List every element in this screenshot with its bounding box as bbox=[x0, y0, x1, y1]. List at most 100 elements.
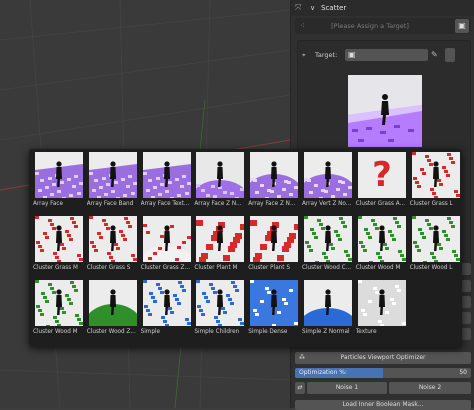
preset-label: Cluster Wood L bbox=[409, 265, 453, 271]
preset-tile[interactable]: Array Face Text... bbox=[141, 152, 193, 209]
preset-thumbnail bbox=[35, 280, 83, 326]
preset-thumbnail bbox=[142, 152, 191, 198]
preset-label: Cluster Grass A... bbox=[355, 201, 405, 207]
preset-thumbnail bbox=[411, 216, 460, 262]
target-field[interactable]: ▣ bbox=[345, 49, 428, 61]
cube-icon[interactable]: ▣ bbox=[455, 19, 469, 33]
chevron-down-icon[interactable]: ∨ bbox=[310, 0, 315, 16]
preset-label: Cluster Wood Z... bbox=[86, 329, 136, 335]
preset-thumbnail bbox=[88, 216, 137, 262]
preset-label: Cluster Plant S bbox=[248, 265, 290, 271]
preset-thumbnail: ? bbox=[357, 152, 406, 198]
preset-thumbnail bbox=[250, 152, 299, 198]
preset-label: Cluster Grass S bbox=[86, 265, 131, 271]
particles-optimizer-button[interactable]: ⁂ Particles Viewport Optimizer bbox=[295, 352, 471, 364]
preset-tile[interactable]: Cluster Plant M bbox=[194, 216, 246, 273]
optimization-slider[interactable]: Optimization %: 50 bbox=[295, 368, 471, 378]
preset-thumbnail bbox=[88, 152, 137, 198]
target-menu-button[interactable] bbox=[445, 48, 455, 62]
panel-header[interactable]: ⤧ ∨ Scatter bbox=[291, 0, 474, 16]
preset-thumbnail bbox=[196, 216, 245, 262]
preset-tile[interactable]: Texture bbox=[356, 280, 408, 337]
noise-1-button[interactable]: Noise 1 bbox=[307, 382, 387, 394]
preset-tile[interactable]: Cluster Wood M bbox=[33, 280, 85, 337]
assign-target-field[interactable]: ⁖ [Please Assign a Target] ▣ bbox=[295, 18, 471, 34]
preset-tile[interactable]: Cluster Grass Z... bbox=[141, 216, 193, 273]
selected-preset-preview[interactable] bbox=[348, 75, 422, 147]
preset-label: Cluster Grass Z... bbox=[140, 265, 190, 271]
preset-tile[interactable]: Simple Children bbox=[194, 280, 246, 337]
panel-title: Scatter bbox=[321, 4, 347, 12]
side-toggle-1[interactable] bbox=[461, 263, 471, 275]
preset-thumbnail bbox=[304, 280, 352, 326]
optimization-value: 50 bbox=[459, 369, 467, 376]
preset-thumbnail bbox=[357, 280, 406, 326]
preset-thumbnail bbox=[142, 280, 191, 326]
side-toggle-5[interactable] bbox=[461, 328, 471, 340]
preset-thumbnail bbox=[196, 152, 245, 198]
preset-tile[interactable]: Array Face Z N... bbox=[248, 152, 300, 209]
preset-label: Cluster Grass L bbox=[409, 201, 453, 207]
preset-label: Cluster Wood M bbox=[355, 265, 401, 271]
preset-thumbnail bbox=[196, 280, 245, 326]
preset-label: Array Face Text... bbox=[140, 201, 190, 207]
preset-label: Array Face Band bbox=[86, 201, 134, 207]
preset-tile[interactable]: ? Cluster Grass A... bbox=[356, 152, 408, 209]
preset-thumbnail bbox=[35, 216, 83, 262]
target-row: ⌖ Target: ▣ ✎ bbox=[299, 48, 459, 62]
preset-tile[interactable]: Simple bbox=[141, 280, 193, 337]
preset-tile[interactable]: Cluster Plant S bbox=[248, 216, 300, 273]
preset-label: Cluster Wood M bbox=[33, 329, 78, 335]
preset-tile[interactable]: Array Face Z N... bbox=[194, 152, 246, 209]
assign-target-placeholder: [Please Assign a Target] bbox=[331, 22, 409, 30]
load-mask-button[interactable]: Load Inner Boolean Mask... bbox=[295, 400, 471, 410]
eyedropper-icon[interactable]: ✎ bbox=[431, 48, 438, 62]
preset-tile[interactable]: Cluster Wood C... bbox=[302, 216, 354, 273]
preset-label: Array Face Z N... bbox=[194, 201, 242, 207]
preset-thumbnail bbox=[304, 216, 352, 262]
preset-tile[interactable]: Cluster Wood M bbox=[356, 216, 408, 273]
preset-label: Array Vert Z No... bbox=[302, 201, 352, 207]
preset-label: Simple bbox=[140, 329, 161, 335]
preset-label: Simple Z Normal bbox=[302, 329, 350, 335]
preset-label: Texture bbox=[355, 329, 377, 335]
preset-label: Cluster Grass M bbox=[33, 265, 78, 271]
preset-thumbnail bbox=[88, 280, 137, 326]
target-label: Target: bbox=[315, 51, 338, 59]
preset-tile[interactable]: Array Vert Z No... bbox=[302, 152, 354, 209]
particles-icon: ⁂ bbox=[299, 354, 305, 361]
preset-thumbnail bbox=[304, 152, 352, 198]
preset-thumbnail bbox=[35, 152, 83, 198]
side-toggle-4[interactable] bbox=[461, 312, 471, 324]
preset-tile[interactable]: Cluster Grass L bbox=[410, 152, 462, 209]
preset-thumbnail bbox=[357, 216, 406, 262]
preset-label: Simple Children bbox=[194, 329, 240, 335]
preset-label: Cluster Plant M bbox=[194, 265, 238, 271]
preset-tile[interactable]: Cluster Wood L bbox=[410, 216, 462, 273]
preset-tile[interactable]: Cluster Grass M bbox=[33, 216, 85, 273]
preset-popup: Array Face Array Face Band Array Face Text… bbox=[29, 149, 462, 347]
preset-thumbnail bbox=[142, 216, 191, 262]
move-arrows-icon[interactable]: ⤧ bbox=[295, 0, 301, 16]
preset-thumbnail bbox=[250, 216, 299, 262]
preset-label: Simple Dense bbox=[248, 329, 288, 335]
crosshair-icon: ⌖ bbox=[302, 51, 306, 59]
preset-label: Cluster Wood C... bbox=[302, 265, 352, 271]
svg-text:?: ? bbox=[372, 155, 392, 195]
preset-label: Array Face Z N... bbox=[248, 201, 296, 207]
preset-tile[interactable]: Array Face bbox=[33, 152, 85, 209]
preset-thumbnail bbox=[250, 280, 299, 326]
optimization-label: Optimization %: bbox=[299, 369, 348, 376]
preset-tile[interactable]: Cluster Grass S bbox=[87, 216, 139, 273]
preset-tile[interactable]: Simple Z Normal bbox=[302, 280, 354, 337]
preset-tile[interactable]: Simple Dense bbox=[248, 280, 300, 337]
side-toggle-2[interactable] bbox=[461, 280, 471, 292]
noise-2-button[interactable]: Noise 2 bbox=[389, 382, 471, 394]
side-toggle-3[interactable] bbox=[461, 296, 471, 308]
preset-tile[interactable]: Cluster Wood Z... bbox=[87, 280, 139, 337]
preset-tile[interactable]: Array Face Band bbox=[87, 152, 139, 209]
preset-thumbnail bbox=[411, 152, 460, 198]
shuffle-icon[interactable]: ⇄ bbox=[295, 382, 305, 394]
preset-label: Array Face bbox=[33, 201, 63, 207]
particles-optimizer-label: Particles Viewport Optimizer bbox=[340, 354, 426, 361]
